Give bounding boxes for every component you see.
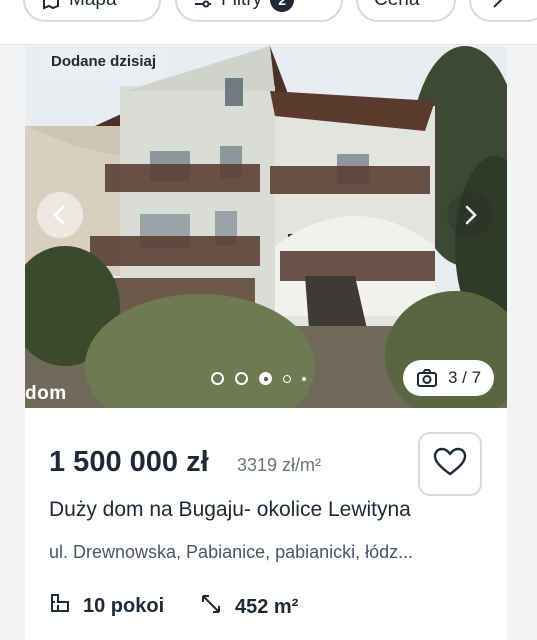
filters-chip[interactable]: Filtry 2 (175, 0, 343, 22)
previous-photo-button[interactable] (37, 192, 83, 238)
photo-counter[interactable]: 3 / 7 (403, 360, 494, 396)
favorite-button[interactable] (418, 432, 482, 496)
header-divider (0, 44, 537, 45)
house-photo-illustration (25, 46, 507, 408)
filter-chips-bar: Mapa Filtry 2 Cena (0, 0, 537, 44)
rooms-feature: 10 pokoi (49, 592, 164, 620)
pagination-dot[interactable] (235, 372, 248, 385)
listing-price: 1 500 000 zł (49, 446, 209, 478)
area-feature: 452 m² (199, 592, 298, 622)
photo-counter-label: 3 / 7 (447, 368, 482, 387)
camera-icon (416, 368, 438, 388)
listing-address: ul. Drewnowska, Pabianice, pabianicki, ł… (49, 542, 414, 562)
listing-title[interactable]: Duży dom na Bugaju- okolice Lewityna (49, 498, 411, 522)
added-today-badge: Dodane dzisiaj (39, 46, 169, 76)
area-label: 452 m² (235, 595, 299, 618)
floorplan-icon (49, 592, 71, 620)
listing-photo[interactable]: Dodane dzisiaj 3 / 7 dom (25, 46, 507, 408)
price-chip-label: Cena (374, 0, 419, 11)
pagination-dot[interactable] (283, 374, 291, 383)
more-filters-chip[interactable] (469, 0, 537, 22)
map-chip-label: Mapa (69, 0, 117, 11)
price-per-m2: 3319 zł/m² (237, 455, 322, 475)
map-chip[interactable]: Mapa (23, 0, 161, 22)
pagination-dot-active[interactable] (259, 372, 272, 385)
filters-count-badge: 2 (270, 0, 295, 12)
chevron-right-icon (487, 0, 507, 10)
map-icon (41, 0, 61, 10)
sliders-icon (193, 0, 213, 10)
heart-icon (433, 447, 467, 482)
resize-arrows-icon (199, 592, 223, 622)
chevron-left-icon (49, 204, 71, 226)
photo-pagination-dots (211, 372, 306, 385)
filters-chip-label: Filtry (221, 0, 262, 11)
listing-screen: Mapa Filtry 2 Cena (0, 0, 537, 640)
pagination-dot[interactable] (302, 376, 306, 381)
chevron-right-icon (459, 204, 481, 226)
watermark-logo: dom (25, 383, 67, 404)
pagination-dot[interactable] (211, 372, 224, 385)
next-photo-button[interactable] (447, 192, 493, 238)
listing-card[interactable]: Dodane dzisiaj 3 / 7 dom 1 500 000 zł 33… (25, 46, 507, 640)
rooms-label: 10 pokoi (83, 594, 165, 617)
price-chip[interactable]: Cena (356, 0, 456, 22)
